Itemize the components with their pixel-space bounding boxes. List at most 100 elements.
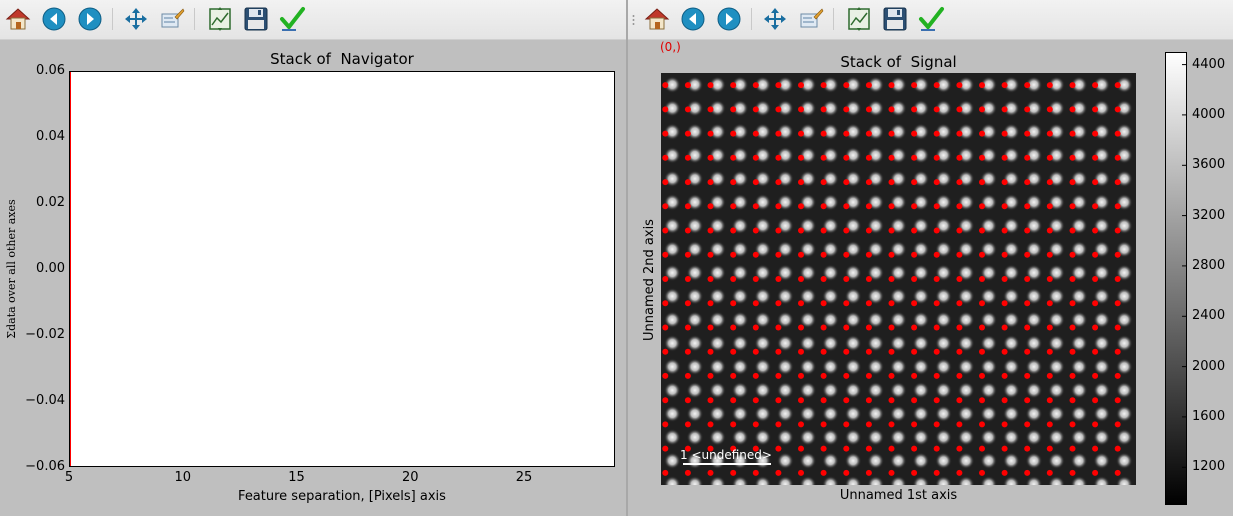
peak-marker (843, 445, 850, 452)
peak-marker (730, 179, 737, 186)
peak-marker (730, 276, 737, 282)
subplots-button[interactable] (845, 5, 873, 33)
pan-button[interactable] (761, 5, 789, 33)
peak-marker (1024, 276, 1031, 282)
peak-marker (1001, 300, 1008, 307)
peak-marker (662, 106, 669, 113)
forward-button[interactable] (76, 5, 104, 33)
save-button[interactable] (242, 5, 270, 33)
peak-marker (933, 324, 940, 331)
peak-marker (1069, 106, 1076, 113)
peak-marker (865, 348, 872, 355)
peak-marker (775, 397, 782, 404)
peak-marker (1001, 251, 1008, 258)
peak-marker (911, 251, 918, 258)
peak-marker (911, 276, 918, 282)
peak-marker (956, 106, 963, 113)
peak-marker (956, 397, 963, 404)
navigator-plot-area[interactable] (69, 71, 615, 467)
peak-marker (1114, 251, 1121, 258)
peak-marker (911, 179, 918, 186)
zoom-button[interactable] (797, 5, 825, 33)
peak-marker (911, 106, 918, 113)
peak-marker (933, 82, 940, 89)
peak-marker (662, 130, 669, 137)
peak-marker (752, 324, 759, 331)
navigator-x-axis-label: Feature separation, [Pixels] axis (238, 489, 446, 504)
peak-marker (684, 421, 691, 428)
save-button[interactable] (881, 5, 909, 33)
peak-marker (707, 227, 714, 234)
peak-marker (979, 154, 985, 161)
colorbar-tick-label: 1200 (1192, 459, 1226, 475)
peak-marker (1114, 397, 1121, 404)
zoom-button[interactable] (158, 5, 186, 33)
peak-marker (775, 372, 782, 379)
peak-marker (1092, 106, 1099, 113)
peak-marker (1024, 130, 1031, 137)
peak-marker (798, 469, 804, 476)
peak-marker (888, 421, 895, 428)
edit-button[interactable] (917, 5, 945, 33)
peak-marker (752, 82, 759, 89)
navigator-index-marker[interactable] (70, 72, 71, 466)
peak-marker (707, 154, 714, 161)
peak-marker (730, 251, 737, 258)
peak-marker (888, 324, 895, 331)
peak-marker (820, 300, 827, 307)
peak-marker (843, 276, 850, 282)
peak-marker (684, 179, 691, 186)
floppy-disk-icon (244, 7, 268, 31)
peak-marker (979, 179, 985, 186)
peak-marker (1001, 469, 1008, 476)
peak-marker (798, 324, 804, 331)
peak-marker (684, 276, 691, 282)
peak-marker (798, 106, 804, 113)
peak-marker (933, 397, 940, 404)
peak-marker (798, 348, 804, 355)
edit-button[interactable] (278, 5, 306, 33)
peak-marker (820, 469, 827, 476)
peak-marker (843, 469, 850, 476)
peak-marker (888, 227, 895, 234)
peak-marker (662, 300, 669, 307)
home-button[interactable] (4, 5, 32, 33)
signal-image[interactable] (661, 73, 1136, 485)
peak-marker (662, 251, 669, 258)
toolbar-grip[interactable] (632, 14, 635, 26)
peak-marker (865, 154, 872, 161)
peak-marker (752, 348, 759, 355)
peak-marker (798, 82, 804, 89)
back-button[interactable] (679, 5, 707, 33)
peak-marker (1114, 227, 1121, 234)
peak-marker (707, 82, 714, 89)
peak-marker (956, 421, 963, 428)
peak-marker (820, 227, 827, 234)
peak-marker (1092, 154, 1099, 161)
pan-button[interactable] (122, 5, 150, 33)
peak-marker (775, 421, 782, 428)
peak-marker (662, 445, 669, 452)
peak-marker (1092, 251, 1099, 258)
peak-marker (865, 421, 872, 428)
forward-button[interactable] (715, 5, 743, 33)
subplots-button[interactable] (206, 5, 234, 33)
peak-marker (956, 348, 963, 355)
peak-marker (911, 421, 918, 428)
peak-marker (911, 445, 918, 452)
peak-marker (843, 348, 850, 355)
peak-marker (775, 276, 782, 282)
back-button[interactable] (40, 5, 68, 33)
arrow-left-icon (42, 7, 66, 31)
coordinate-readout: (0,) (660, 40, 681, 54)
peak-marker (1114, 106, 1121, 113)
peak-marker (684, 82, 691, 89)
peak-marker (956, 227, 963, 234)
peak-marker (662, 372, 669, 379)
peak-marker (888, 203, 895, 210)
peak-marker (933, 372, 940, 379)
peak-marker (1001, 227, 1008, 234)
home-button[interactable] (643, 5, 671, 33)
peak-marker (1092, 372, 1099, 379)
peak-marker (933, 421, 940, 428)
